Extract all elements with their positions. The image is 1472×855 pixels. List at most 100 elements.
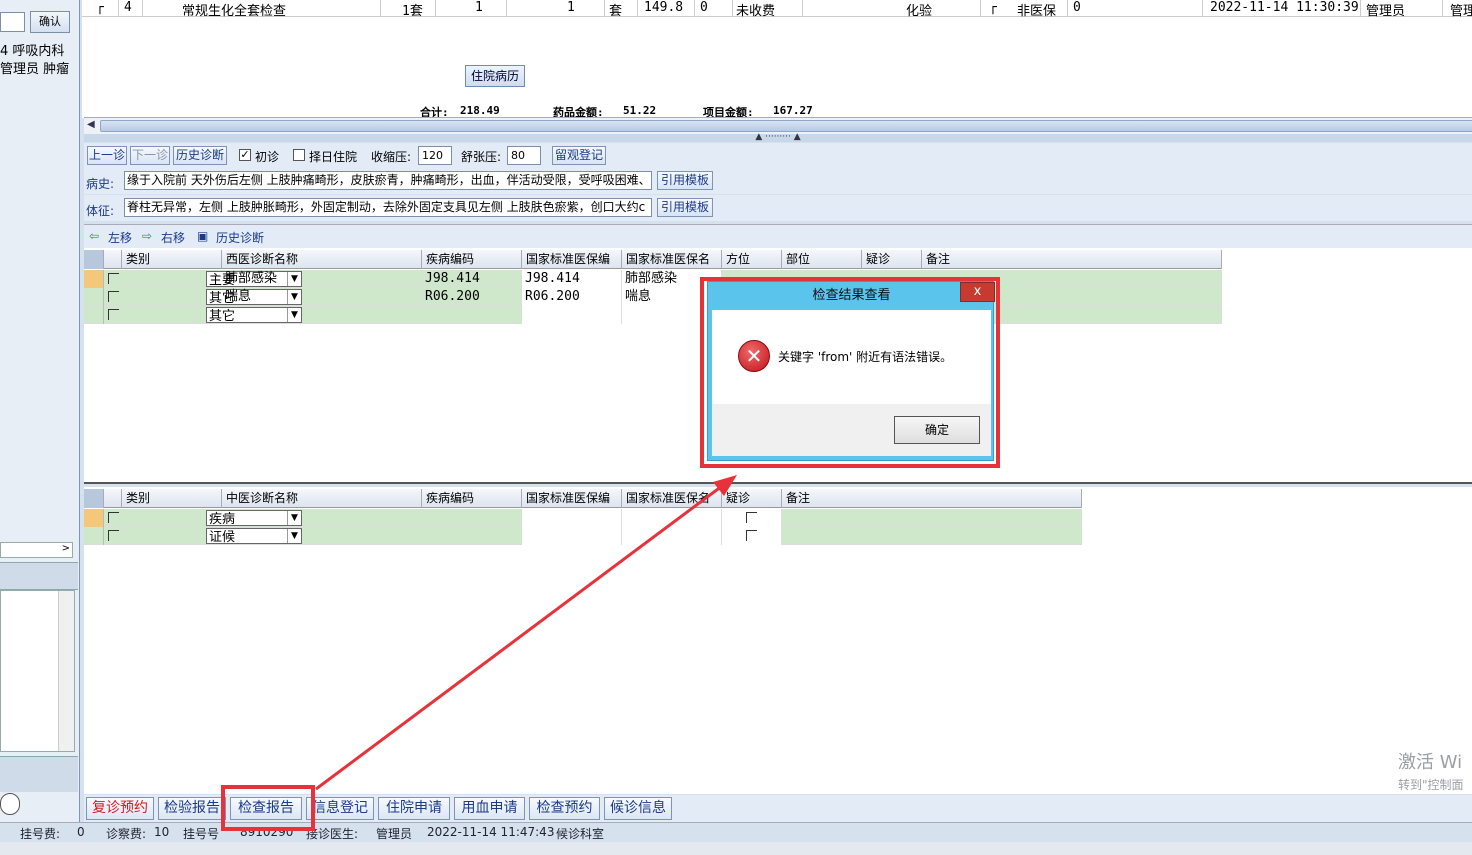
col-ins-code[interactable]: 国家标准医保编 [522,489,622,508]
charge-table-row[interactable]: ┌ 4 常规生化全套检查 1套 1 1 套 149.8 0 未收费 化验 ┌ 非… [82,0,1472,19]
suspect-checkbox[interactable] [746,530,757,541]
col-position[interactable]: 部位 [782,250,862,269]
error-dialog: 检查结果查看 x ✕ 关键字 'from' 附近有语法错误。 确定 [707,281,995,461]
history-template-button[interactable]: 引用模板 [657,171,713,190]
ins-code[interactable] [522,306,622,324]
history-icon[interactable]: ▣ [197,229,208,243]
diagnosis-name[interactable]: 肺部感染 [222,270,422,288]
tab-lab-report[interactable]: 检验报告 [158,797,226,820]
left-list-box[interactable] [0,590,75,752]
category-select[interactable]: 其它 ▼ [206,307,302,324]
move-left-button[interactable]: 左移 [108,229,132,246]
dialog-ok-button[interactable]: 确定 [894,416,980,444]
row-checkbox[interactable] [108,309,119,320]
reg-fee-label: 挂号费: [20,827,61,841]
history-diagnosis-link[interactable]: 历史诊断 [216,229,264,246]
day-admission-checkbox[interactable] [293,149,305,161]
row-checkbox[interactable]: ┌ [96,0,104,15]
col-remark[interactable]: 备注 [782,489,1082,508]
history-label: 病史: [86,177,115,191]
col-direction[interactable]: 方位 [722,250,782,269]
tab-exam-appointment[interactable]: 检查预约 [529,797,600,820]
disease-code[interactable]: R06.200 [422,288,522,306]
col-ins-name[interactable]: 国家标准医保名 [622,250,722,269]
panel-splitter[interactable]: ▲ ········· ▲ [84,133,1472,142]
dialog-close-button[interactable]: x [960,282,995,302]
scroll-left-icon[interactable]: ◀ [87,119,95,130]
chevron-down-icon[interactable]: ▼ [287,529,301,543]
tab-blood-request[interactable]: 用血申请 [454,797,525,820]
next-visit-button[interactable]: 下一诊 [130,146,170,165]
col-disease-code[interactable]: 疾病编码 [422,489,522,508]
suspect-cell[interactable] [722,527,782,545]
diastolic-input[interactable]: 80 [507,146,541,165]
col-suspect[interactable]: 疑诊 [862,250,922,269]
ins-code[interactable] [522,527,622,545]
table-row[interactable]: 证候 ▼ [84,527,1082,545]
table-row[interactable]: 主要 ▼ 肺部感染 J98.414 J98.414 肺部感染 [84,270,1222,288]
history-diagnosis-button[interactable]: 历史诊断 [173,146,227,165]
table-row[interactable]: 疾病 ▼ [84,509,1082,527]
ins-code[interactable] [522,509,622,527]
tab-admission-request[interactable]: 住院申请 [378,797,450,820]
row-qty: 1 [475,0,483,15]
row-index: 4 [124,0,132,15]
signs-template-button[interactable]: 引用模板 [657,198,713,217]
first-visit-checkbox[interactable]: ✓ [239,149,251,161]
patient-line-1[interactable]: 4 呼吸内科 [0,40,78,59]
ins-name[interactable] [622,527,722,545]
activation-watermark-sub: 转到"控制面 [1398,778,1464,792]
col-suspect[interactable]: 疑诊 [722,489,782,508]
tab-waiting-info[interactable]: 候诊信息 [604,797,672,820]
left-round-button[interactable] [0,793,20,815]
corner-cell [84,489,104,508]
suspect-checkbox[interactable] [746,512,757,523]
chevron-down-icon[interactable]: ▼ [287,308,301,322]
col-chinese-name[interactable]: 中医诊断名称 [222,489,422,508]
col-ins-name[interactable]: 国家标准医保名 [622,489,722,508]
scroll-thumb[interactable] [100,120,1472,132]
diagnosis-name[interactable]: 喘息 [222,288,422,306]
charge-table-area [82,17,1472,118]
left-vscrollbar[interactable] [58,591,74,751]
row-indicator [84,270,104,288]
move-right-button[interactable]: 右移 [161,229,185,246]
reg-no-label: 挂号号 [183,827,220,841]
disease-code[interactable]: J98.414 [422,270,522,288]
col-western-name[interactable]: 西医诊断名称 [222,250,422,269]
tab-followup-appointment[interactable]: 复诊预约 [86,797,154,820]
patient-line-2[interactable]: 管理员 肿瘤 [0,58,78,77]
row-ins-checkbox[interactable]: ┌ [989,0,997,15]
ins-code[interactable]: R06.200 [522,288,622,306]
signs-input[interactable]: 脊柱无异常，左侧 上肢肿胀畸形，外固定制动，去除外固定支具见左侧 上肢肤色瘀紫，… [124,198,652,217]
category-select[interactable]: 疾病 ▼ [206,510,302,527]
left-search-input[interactable] [0,12,25,32]
col-disease-code[interactable]: 疾病编码 [422,250,522,269]
table-row[interactable]: 其它 ▼ 喘息 R06.200 R06.200 喘息 [84,288,1222,306]
confirm-button[interactable]: 确认 [30,11,70,33]
chevron-down-icon[interactable]: ▼ [287,511,301,525]
diagnosis-move-toolbar: ⇦ 左移 ⇨ 右移 ▣ 历史诊断 [84,224,1472,248]
col-ins-code[interactable]: 国家标准医保编 [522,250,622,269]
row-checkbox[interactable] [108,512,119,523]
inpatient-record-button[interactable]: 住院病历 [465,65,525,87]
systolic-input[interactable]: 120 [418,146,452,165]
row-checkbox[interactable] [108,273,119,284]
move-left-icon[interactable]: ⇦ [89,229,99,243]
suspect-cell[interactable] [722,509,782,527]
category-select[interactable]: 证候 ▼ [206,528,302,545]
col-category[interactable]: 类别 [122,489,222,508]
row-checkbox[interactable] [108,530,119,541]
prev-visit-button[interactable]: 上一诊 [87,146,127,165]
tab-info-register[interactable]: 信息登记 [306,797,374,820]
col-category[interactable]: 类别 [122,250,222,269]
ins-name[interactable] [622,509,722,527]
row-checkbox[interactable] [108,291,119,302]
move-right-icon[interactable]: ⇨ [142,229,152,243]
history-input[interactable]: 缘于入院前 天外伤后左侧 上肢肿痛畸形，皮肤瘀青，肿痛畸形，出血，伴活动受限，受… [124,171,652,190]
col-remark[interactable]: 备注 [922,250,1222,269]
table-row[interactable]: 其它 ▼ [84,306,1222,324]
ins-code[interactable]: J98.414 [522,270,622,288]
observation-register-button[interactable]: 留观登记 [552,146,606,165]
left-hscrollbar[interactable]: > [0,542,73,558]
